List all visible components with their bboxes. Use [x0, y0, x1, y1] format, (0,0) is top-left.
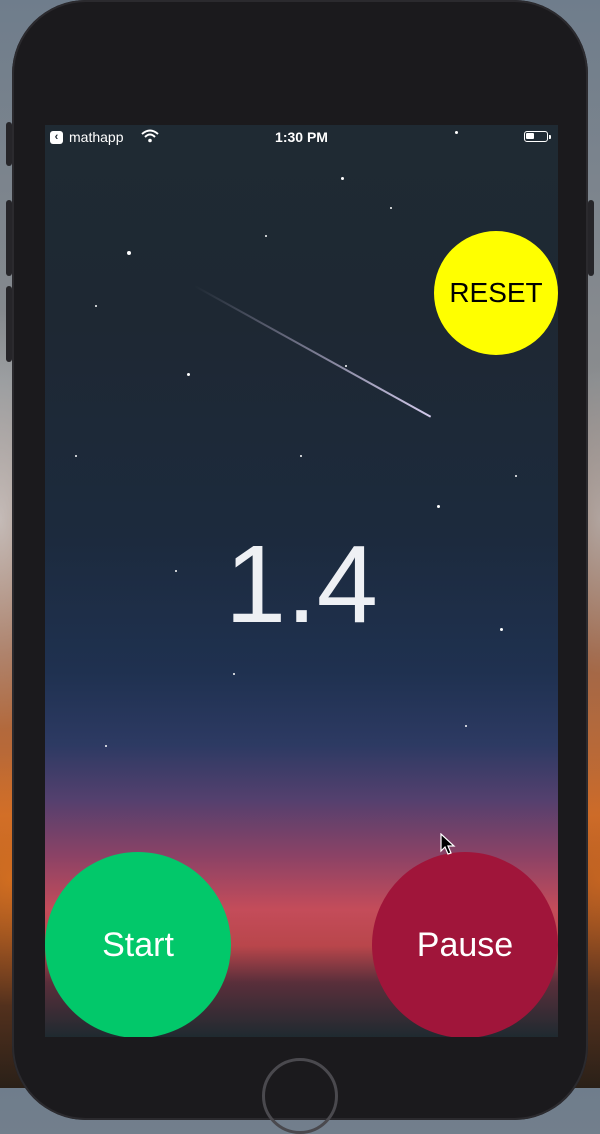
pause-button[interactable]: Pause: [372, 852, 558, 1037]
star: [515, 475, 517, 477]
app-screen: ‹ mathapp 1:30 PM RESET 1.4 Start Pause: [45, 125, 558, 1037]
volume-up-button: [6, 200, 12, 276]
star: [187, 373, 190, 376]
star: [341, 177, 344, 180]
mouse-cursor-icon: [440, 833, 456, 855]
start-button[interactable]: Start: [45, 852, 231, 1037]
reset-button[interactable]: RESET: [434, 231, 558, 355]
star: [105, 745, 107, 747]
home-button[interactable]: [262, 1058, 338, 1134]
mute-switch: [6, 122, 12, 166]
star: [437, 505, 440, 508]
star: [233, 673, 235, 675]
battery-icon: [524, 131, 551, 142]
star: [75, 455, 77, 457]
reset-button-label: RESET: [449, 277, 543, 308]
volume-down-button: [6, 286, 12, 362]
star: [127, 251, 131, 255]
star: [95, 305, 97, 307]
star: [265, 235, 267, 237]
timer-display: 1.4: [225, 523, 378, 646]
power-button: [588, 200, 594, 276]
star: [345, 365, 347, 367]
pause-button-label: Pause: [416, 925, 514, 964]
star: [390, 207, 392, 209]
status-bar: ‹ mathapp 1:30 PM: [45, 125, 558, 151]
status-time: 1:30 PM: [275, 129, 328, 145]
star: [465, 725, 467, 727]
star: [300, 455, 302, 457]
start-button-label: Start: [102, 925, 174, 964]
shooting-star: [194, 285, 432, 418]
